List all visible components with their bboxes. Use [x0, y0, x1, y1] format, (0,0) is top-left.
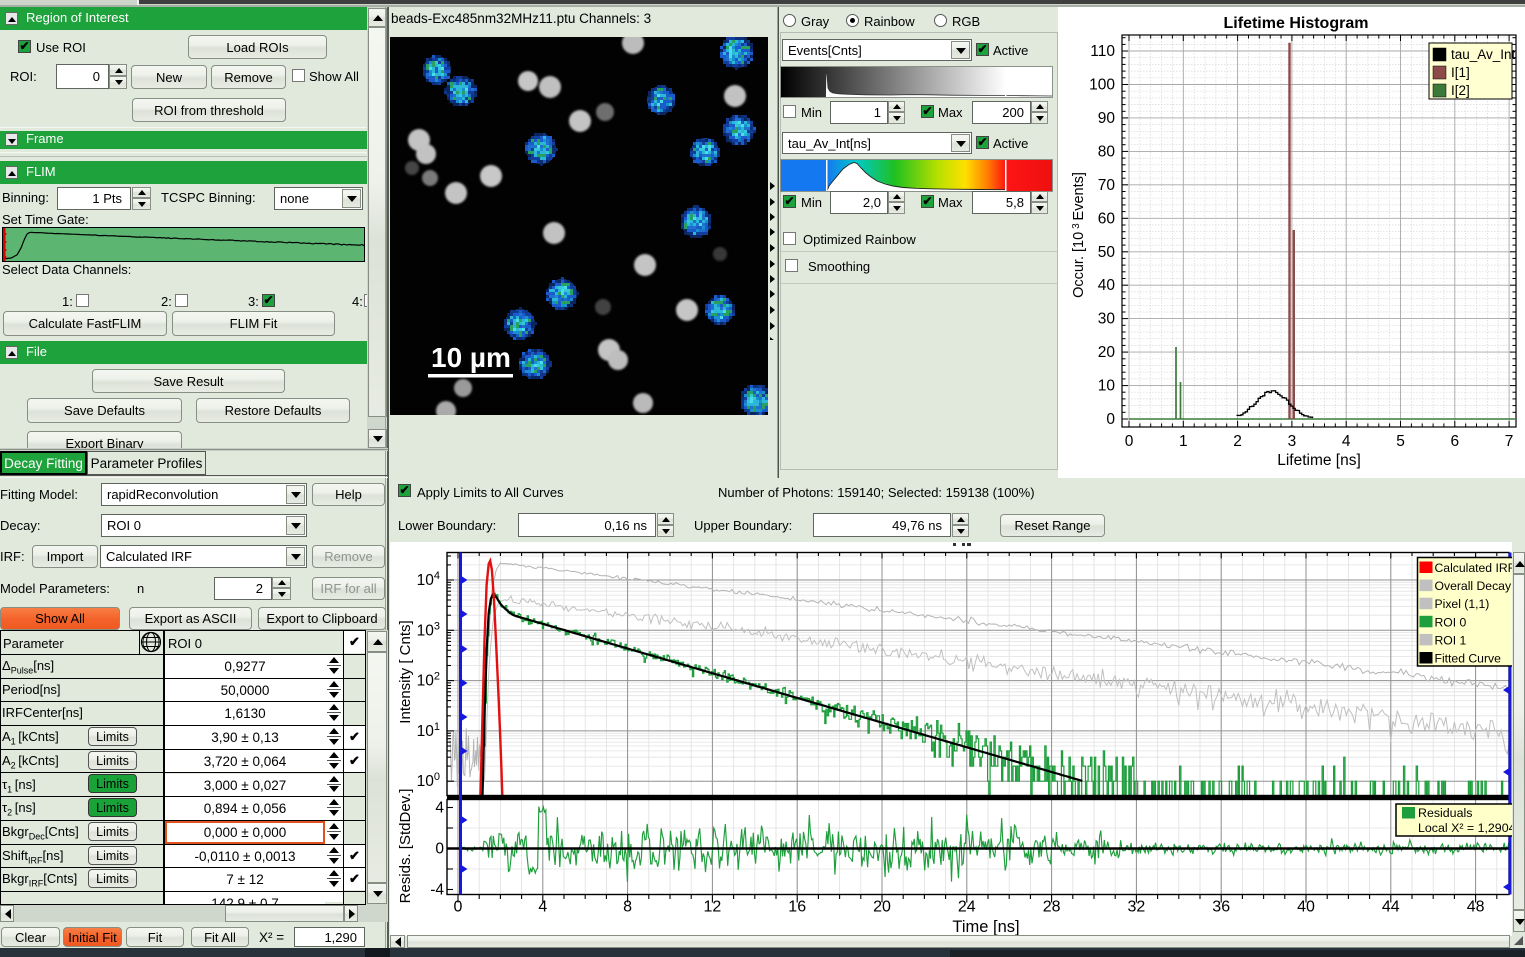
svg-text:48: 48 [1467, 899, 1485, 916]
svg-text:20: 20 [1098, 344, 1116, 361]
svg-text:Pixel (1,1): Pixel (1,1) [1435, 597, 1490, 611]
svg-text:Lifetime Histogram: Lifetime Histogram [1224, 15, 1369, 32]
svg-text:0: 0 [1125, 433, 1134, 450]
svg-text:ROI 0: ROI 0 [1435, 615, 1467, 629]
svg-text:Local X² = 1,2904: Local X² = 1,2904 [1418, 821, 1512, 835]
svg-text:6: 6 [1450, 433, 1459, 450]
svg-text:16: 16 [788, 899, 806, 916]
svg-text:103: 103 [417, 620, 440, 639]
svg-text:Residuals: Residuals [1418, 806, 1472, 820]
svg-text:-4: -4 [430, 882, 444, 899]
svg-text:20: 20 [873, 899, 891, 916]
svg-text:100: 100 [417, 771, 440, 790]
svg-text:0: 0 [435, 841, 444, 858]
svg-text:30: 30 [1098, 311, 1116, 328]
svg-text:Lifetime [ns]: Lifetime [ns] [1277, 452, 1361, 469]
svg-text:10 µm: 10 µm [431, 342, 511, 373]
svg-text:40: 40 [1098, 277, 1116, 294]
svg-text:5: 5 [1396, 433, 1405, 450]
svg-text:Intensity [ Cnts]: Intensity [ Cnts] [397, 620, 414, 723]
svg-text:12: 12 [704, 899, 722, 916]
svg-text:101: 101 [417, 721, 440, 740]
svg-text:104: 104 [417, 570, 440, 589]
svg-text:100: 100 [1089, 77, 1115, 94]
svg-text:24: 24 [958, 899, 976, 916]
svg-text:36: 36 [1212, 899, 1230, 916]
svg-text:3: 3 [1288, 433, 1297, 450]
svg-text:102: 102 [417, 671, 440, 690]
svg-text:I[1]: I[1] [1451, 65, 1470, 80]
svg-text:I[2]: I[2] [1451, 83, 1470, 98]
svg-text:4: 4 [1342, 433, 1351, 450]
svg-text:10: 10 [1098, 378, 1116, 395]
svg-text:60: 60 [1098, 210, 1116, 227]
svg-text:Time [ns]: Time [ns] [952, 918, 1019, 936]
svg-text:Fitted Curve: Fitted Curve [1435, 652, 1502, 666]
svg-text:Calculated IRF: Calculated IRF [1435, 561, 1513, 575]
svg-text:Overall Decay: Overall Decay [1435, 579, 1512, 593]
svg-text:8: 8 [623, 899, 632, 916]
svg-text:0: 0 [454, 899, 463, 916]
svg-text:50: 50 [1098, 244, 1116, 261]
svg-text:4: 4 [538, 899, 547, 916]
svg-text:28: 28 [1043, 899, 1061, 916]
svg-text:1: 1 [1179, 433, 1188, 450]
svg-text:32: 32 [1128, 899, 1146, 916]
svg-text:40: 40 [1297, 899, 1315, 916]
svg-text:Resids. [StdDev.]: Resids. [StdDev.] [397, 789, 414, 904]
svg-text:tau_Av_Int: tau_Av_Int [1451, 47, 1516, 62]
svg-text:70: 70 [1098, 177, 1116, 194]
svg-text:44: 44 [1382, 899, 1400, 916]
svg-text:90: 90 [1098, 110, 1116, 127]
svg-text:80: 80 [1098, 143, 1116, 160]
svg-text:2: 2 [1233, 433, 1242, 450]
svg-text:110: 110 [1090, 43, 1115, 60]
svg-text:ROI 1: ROI 1 [1435, 633, 1467, 647]
svg-text:4: 4 [435, 800, 444, 817]
svg-text:Occur. [10 3 Events]: Occur. [10 3 Events] [1071, 172, 1087, 298]
svg-text:0: 0 [1106, 411, 1115, 428]
svg-text:7: 7 [1505, 433, 1514, 450]
